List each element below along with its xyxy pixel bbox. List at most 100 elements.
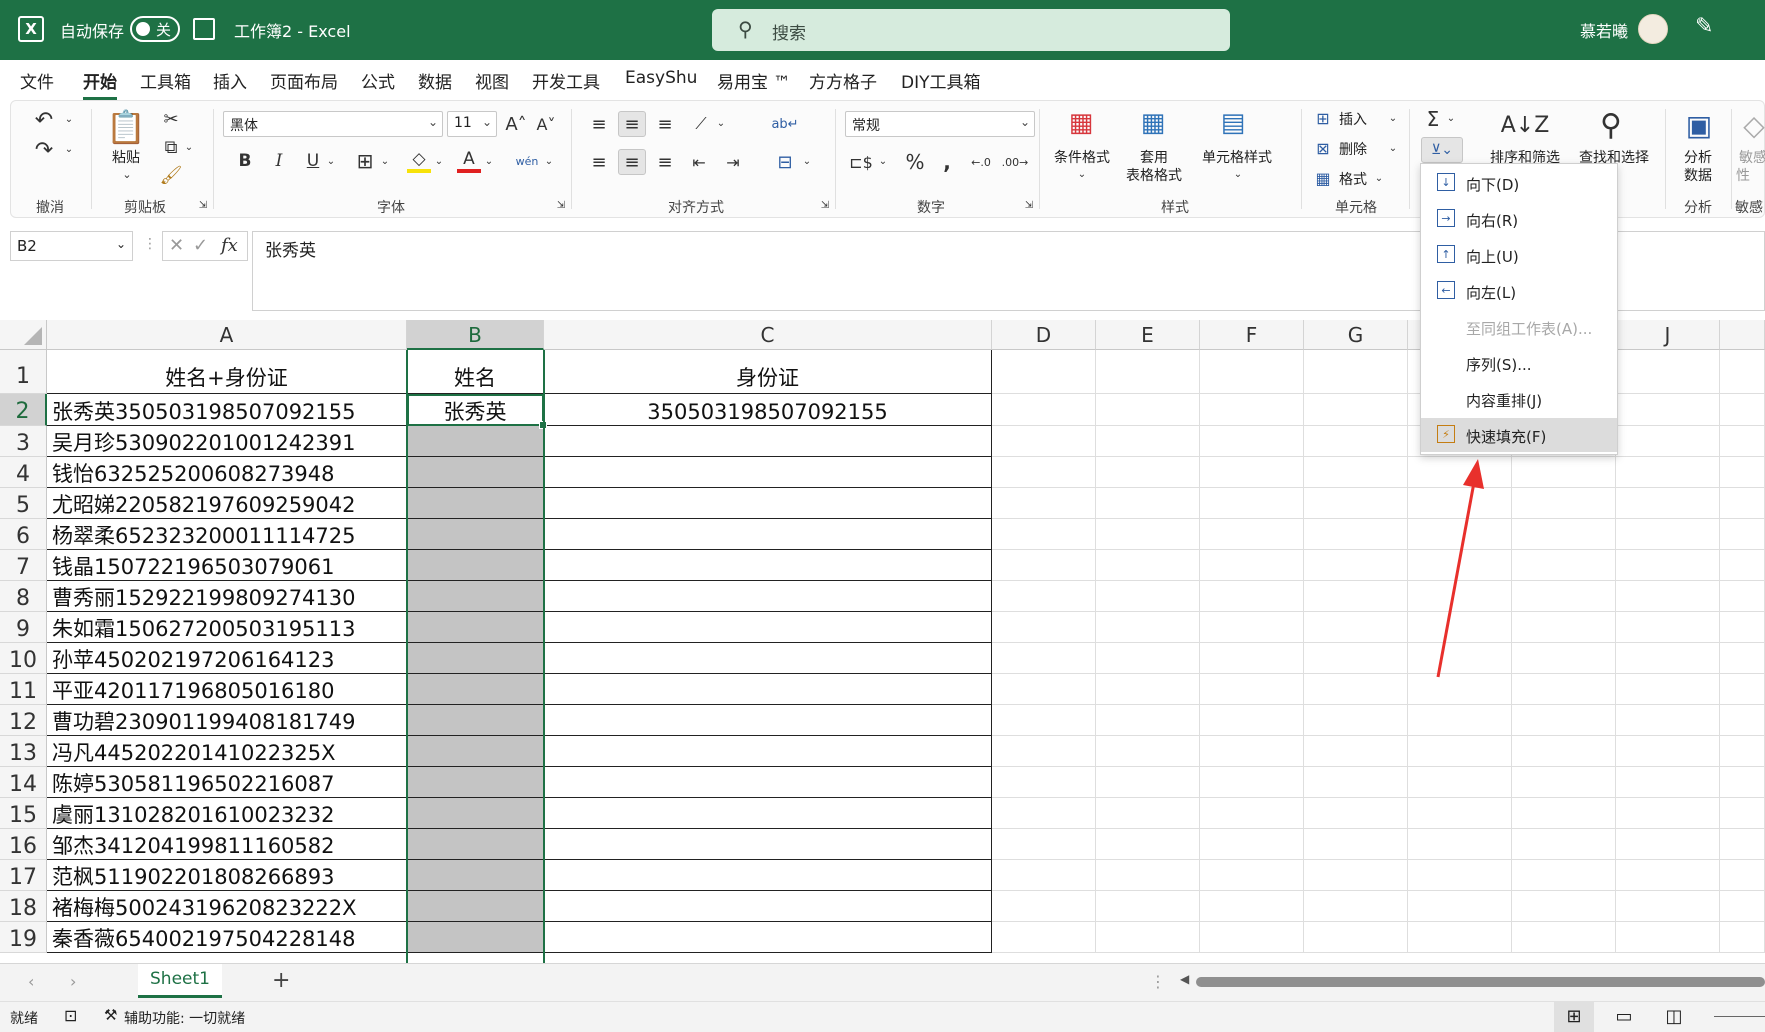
autosum-icon[interactable]: Σ [1421,107,1445,131]
align-center-icon[interactable]: ≡ [618,149,646,175]
empty-cell[interactable] [1616,394,1720,426]
chevron-down-icon[interactable]: ⌄ [1445,111,1457,125]
row-header[interactable]: 9 [0,612,47,643]
fill-handle[interactable] [539,421,547,429]
flash-fill-item[interactable]: ⚡ 快速填充(F) [1421,418,1617,452]
cell-b13[interactable] [407,736,544,767]
empty-cell[interactable] [1304,674,1408,705]
align-middle-icon[interactable]: ≡ [618,111,646,137]
empty-cell[interactable] [1408,705,1512,736]
empty-cell[interactable] [1616,350,1720,394]
empty-cell[interactable] [1512,612,1616,643]
empty-cell[interactable] [1200,860,1304,891]
cell-c7[interactable] [544,550,992,581]
empty-cell[interactable] [1616,798,1720,829]
empty-cell[interactable] [1304,705,1408,736]
empty-cell[interactable] [1616,829,1720,860]
empty-cell[interactable] [1304,829,1408,860]
empty-cell[interactable] [1200,350,1304,394]
empty-cell[interactable] [992,550,1096,581]
fill-series-item[interactable]: 序列(S)... [1421,346,1617,380]
empty-cell[interactable] [1200,891,1304,922]
font-size-select[interactable]: 11 ⌄ [447,111,497,137]
row-header[interactable]: 2 [0,394,47,426]
cell-a10[interactable]: 孙苹450202197206164123 [47,643,407,674]
cut-icon[interactable]: ✂ [159,107,183,131]
empty-cell[interactable] [1512,736,1616,767]
copy-icon[interactable]: ⧉ [159,135,183,159]
empty-cell[interactable] [1304,457,1408,488]
empty-cell[interactable] [992,736,1096,767]
empty-cell[interactable] [1304,394,1408,426]
column-header-k[interactable] [1720,320,1765,350]
empty-cell[interactable] [1512,829,1616,860]
chevron-down-icon[interactable]: ⌄ [1231,167,1245,181]
number-launcher-icon[interactable]: ⇲ [1023,199,1035,211]
empty-cell[interactable] [1720,550,1765,581]
borders-icon[interactable]: ⊞ [353,149,377,173]
empty-cell[interactable] [1616,674,1720,705]
cell-b2[interactable]: 张秀英 [407,394,544,426]
cell-a4[interactable]: 钱怡632525200608273948 [47,457,407,488]
cell-c6[interactable] [544,519,992,550]
menu-view[interactable]: 视图 [475,68,509,93]
cell-c11[interactable] [544,674,992,705]
cell-b15[interactable] [407,798,544,829]
menu-data[interactable]: 数据 [418,68,452,93]
empty-cell[interactable] [1096,350,1200,394]
menu-diy-toolbox[interactable]: DIY工具箱 [901,68,981,93]
column-header-a[interactable]: A [47,320,407,350]
avatar[interactable] [1638,14,1668,44]
row-header[interactable]: 1 [0,350,47,394]
empty-cell[interactable] [992,457,1096,488]
empty-cell[interactable] [1096,457,1200,488]
wrap-text-icon[interactable]: ab↵ [771,111,799,137]
empty-cell[interactable] [1200,674,1304,705]
empty-cell[interactable] [1512,767,1616,798]
cell-c16[interactable] [544,829,992,860]
cell-a19[interactable]: 秦香薇654002197504228148 [47,922,407,953]
format-cells-button[interactable]: 格式 [1339,169,1367,189]
empty-cell[interactable] [1616,581,1720,612]
format-cells-icon[interactable]: ▦ [1311,167,1335,189]
row-header[interactable]: 8 [0,581,47,612]
cell-a9[interactable]: 朱如霜150627200503195113 [47,612,407,643]
cell-a3[interactable]: 吴月珍530902201001242391 [47,426,407,457]
empty-cell[interactable] [992,705,1096,736]
pen-icon[interactable]: ✎ [1695,14,1713,39]
empty-cell[interactable] [1096,860,1200,891]
empty-cell[interactable] [1096,798,1200,829]
bold-icon[interactable]: B [233,149,257,173]
empty-cell[interactable] [1408,922,1512,953]
format-painter-icon[interactable]: 🖌 [159,163,183,187]
empty-cell[interactable] [1720,643,1765,674]
cell-b11[interactable] [407,674,544,705]
cell-c9[interactable] [544,612,992,643]
empty-cell[interactable] [1096,581,1200,612]
delete-cells-button[interactable]: 删除 [1339,139,1367,159]
empty-cell[interactable] [1720,457,1765,488]
empty-cell[interactable] [1512,674,1616,705]
empty-cell[interactable] [992,860,1096,891]
row-header[interactable]: 4 [0,457,47,488]
empty-cell[interactable] [1200,798,1304,829]
undo-dropdown-icon[interactable]: ⌄ [63,111,75,127]
sheet-tab-sheet1[interactable]: Sheet1 [138,964,222,998]
empty-cell[interactable] [1512,922,1616,953]
underline-dropdown-icon[interactable]: ⌄ [325,153,337,169]
cell-c15[interactable] [544,798,992,829]
cell-a17[interactable]: 范枫511902201808266893 [47,860,407,891]
menu-home[interactable]: 开始 [83,68,117,100]
empty-cell[interactable] [992,350,1096,394]
empty-cell[interactable] [1720,519,1765,550]
empty-cell[interactable] [1304,736,1408,767]
empty-cell[interactable] [1200,457,1304,488]
menu-formulas[interactable]: 公式 [361,68,395,93]
analyze-data-label-1[interactable]: 分析 [1673,149,1723,167]
cell-b12[interactable] [407,705,544,736]
empty-cell[interactable] [992,829,1096,860]
empty-cell[interactable] [1616,705,1720,736]
fill-left-item[interactable]: ← 向左(L) [1421,274,1617,308]
empty-cell[interactable] [1408,798,1512,829]
empty-cell[interactable] [992,643,1096,674]
